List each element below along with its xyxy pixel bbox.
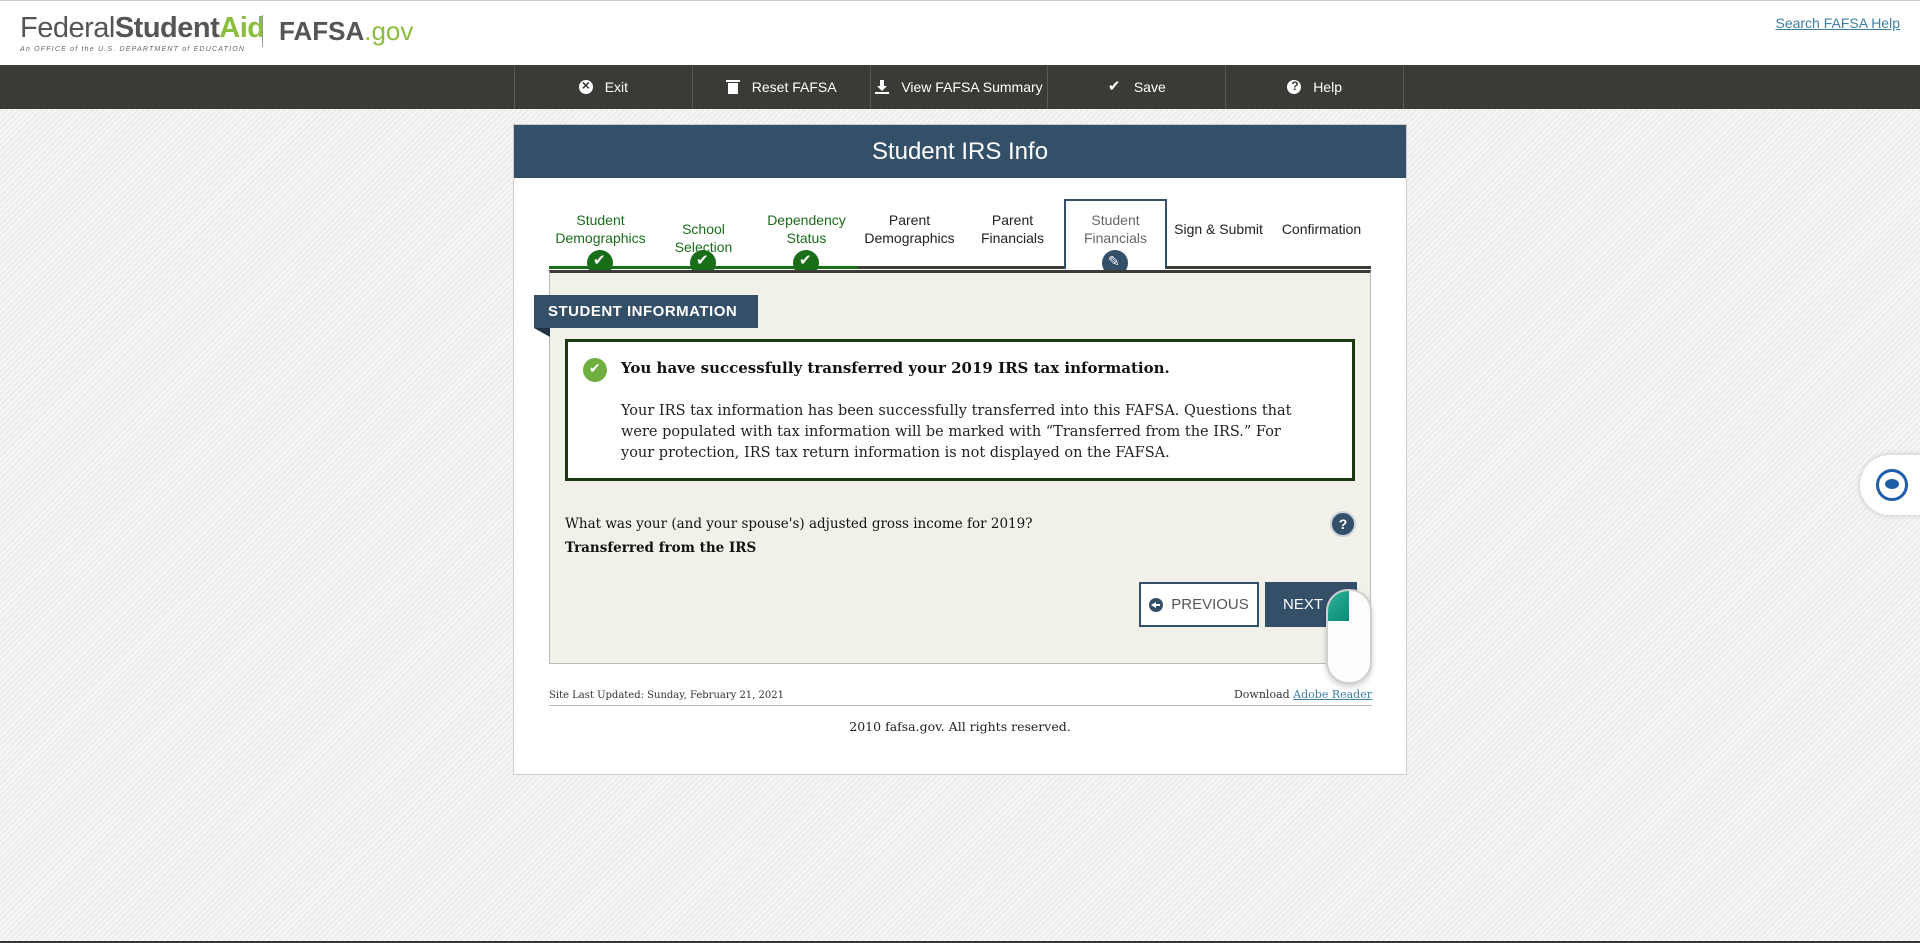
previous-label: PREVIOUS — [1171, 596, 1249, 613]
check-icon — [1108, 77, 1122, 95]
mouse-cursor-icon — [1326, 589, 1372, 684]
logo-aid-text: Aid — [219, 12, 265, 44]
download-icon — [875, 80, 890, 94]
reset-fafsa-button[interactable]: Reset FAFSA — [693, 65, 871, 109]
question-help-icon[interactable]: ? — [1330, 511, 1356, 537]
step-student-demographics[interactable]: Student Demographics — [549, 207, 652, 276]
step-parent-financials[interactable]: Parent Financials — [961, 207, 1064, 269]
success-alert: You have successfully transferred your 2… — [565, 339, 1355, 481]
download-adobe-reader: Download Adobe Reader — [1234, 688, 1372, 701]
step-dependency-status[interactable]: Dependency Status — [755, 207, 858, 276]
page-title: Student IRS Info — [514, 125, 1406, 178]
view-fafsa-summary-button[interactable]: View FAFSA Summary — [871, 65, 1049, 109]
next-label: NEXT — [1283, 596, 1324, 613]
exit-button[interactable]: Exit — [515, 65, 693, 109]
logo-gov-text: .gov — [364, 16, 414, 46]
success-check-icon — [583, 358, 607, 382]
chat-bubble-icon — [1876, 469, 1908, 501]
trash-icon — [725, 80, 740, 94]
step-label: Student Demographics — [555, 212, 646, 246]
close-circle-icon — [578, 77, 593, 94]
step-label: Dependency Status — [767, 212, 846, 246]
agi-answer-value: Transferred from the IRS — [565, 540, 757, 556]
top-header: FederalStudentAid An OFFICE of the U.S. … — [0, 0, 1920, 65]
progress-steps: Student Demographics School Selection De… — [549, 199, 1373, 276]
step-sign-submit[interactable]: Sign & Submit — [1167, 207, 1270, 269]
question-circle-icon — [1287, 79, 1302, 94]
federal-student-aid-logo[interactable]: FederalStudentAid An OFFICE of the U.S. … — [20, 12, 265, 53]
step-school-selection[interactable]: School Selection — [652, 207, 755, 276]
previous-button[interactable]: PREVIOUS — [1139, 582, 1259, 627]
action-navbar: Exit Reset FAFSA View FAFSA Summary Save… — [0, 65, 1920, 109]
success-message: Your IRS tax information has been succes… — [621, 403, 1292, 461]
step-label: Student Financials — [1083, 212, 1148, 246]
exit-label: Exit — [604, 79, 629, 95]
copyright-text: 2010 fafsa.gov. All rights reserved. — [849, 719, 1071, 734]
search-fafsa-help-link[interactable]: Search FAFSA Help — [1775, 15, 1900, 31]
view-fafsa-summary-label: View FAFSA Summary — [901, 79, 1043, 95]
step-label: Parent Financials — [980, 212, 1045, 246]
fafsa-gov-logo[interactable]: FAFSA.gov — [279, 16, 413, 47]
logo-fafsa-text: FAFSA — [279, 16, 365, 46]
chat-assistant-button[interactable] — [1860, 455, 1920, 515]
site-last-updated: Site Last Updated: Sunday, February 21, … — [549, 690, 784, 701]
arrow-left-circle-icon — [1149, 597, 1164, 612]
help-button[interactable]: Help — [1226, 65, 1404, 109]
step-confirmation[interactable]: Confirmation — [1270, 207, 1373, 269]
logo-student-text: Student — [114, 12, 220, 44]
download-prefix: Download — [1233, 688, 1294, 701]
footer-divider — [549, 705, 1372, 706]
save-button[interactable]: Save — [1048, 65, 1227, 109]
reset-fafsa-label: Reset FAFSA — [751, 79, 837, 95]
save-label: Save — [1133, 79, 1166, 95]
section-tag-fold — [534, 328, 550, 337]
step-student-financials[interactable]: Student Financials — [1064, 199, 1167, 276]
help-label: Help — [1313, 79, 1342, 95]
logo-divider — [262, 15, 263, 47]
section-heading: STUDENT INFORMATION — [534, 295, 758, 328]
agi-question-label: What was your (and your spouse's) adjust… — [565, 516, 1033, 532]
main-panel: Student IRS Info Student Demographics Sc… — [513, 124, 1407, 775]
step-label: Parent Demographics — [864, 212, 955, 246]
step-parent-demographics[interactable]: Parent Demographics — [858, 207, 961, 269]
logo-subtitle: An OFFICE of the U.S. DEPARTMENT of EDUC… — [20, 46, 246, 53]
step-label: Sign & Submit — [1174, 221, 1263, 237]
form-content: STUDENT INFORMATION You have successfull… — [534, 270, 1371, 664]
adobe-reader-link[interactable]: Adobe Reader — [1293, 688, 1372, 701]
step-label: Confirmation — [1281, 221, 1362, 237]
logo-federal-text: Federal — [20, 12, 115, 44]
success-heading: You have successfully transferred your 2… — [621, 359, 1170, 377]
mouse-left-button-highlight — [1328, 591, 1349, 621]
